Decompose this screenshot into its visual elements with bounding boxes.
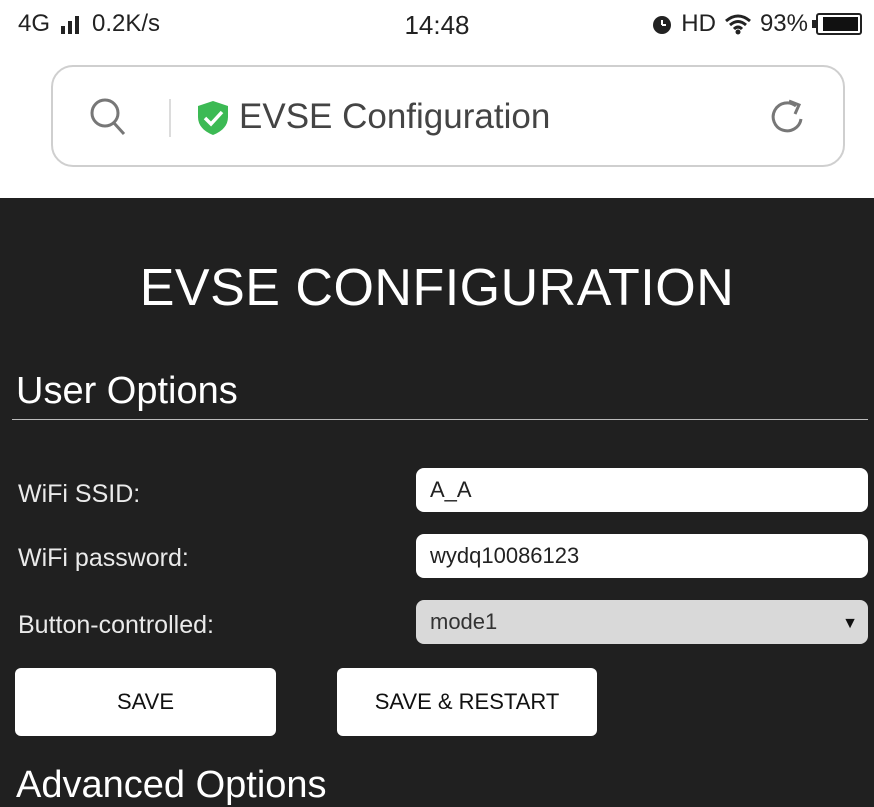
address-bar[interactable]: EVSE Configuration [51, 65, 845, 167]
wifi-ssid-label: WiFi SSID: [18, 480, 141, 508]
wifi-ssid-input[interactable]: A_A [416, 468, 868, 512]
reload-icon[interactable] [769, 97, 807, 142]
battery-fill [822, 17, 858, 31]
save-restart-button[interactable]: SAVE & RESTART [337, 668, 597, 736]
status-right: HD 93% [651, 10, 862, 38]
alarm-icon [651, 13, 673, 35]
section-divider [12, 419, 868, 420]
save-button[interactable]: SAVE [15, 668, 276, 736]
battery-percent: 93% [759, 10, 808, 37]
page-content: EVSE CONFIGURATION User Options WiFi SSI… [0, 198, 874, 807]
page-title: EVSE CONFIGURATION [139, 259, 735, 317]
wifi-icon [724, 13, 752, 35]
advanced-options-heading: Advanced Options [16, 764, 327, 806]
button-controlled-label: Button-controlled: [18, 611, 214, 639]
wifi-password-input[interactable]: wydq10086123 [416, 534, 868, 578]
wifi-password-label: WiFi password: [18, 544, 189, 572]
secure-shield-icon [196, 100, 230, 141]
button-controlled-select[interactable]: mode1 ▼ [416, 600, 868, 644]
button-controlled-value: mode1 [430, 609, 498, 634]
status-bar: 4G 0.2K/s 14:48 HD 93% [0, 0, 874, 50]
address-text[interactable]: EVSE Configuration [239, 97, 550, 137]
search-icon[interactable] [89, 97, 127, 142]
address-divider [169, 99, 171, 137]
wifi-ssid-value: A_A [430, 477, 472, 502]
battery-icon [812, 13, 862, 35]
dropdown-arrow-icon: ▼ [842, 615, 858, 632]
hd-indicator: HD [681, 10, 716, 37]
wifi-password-value: wydq10086123 [430, 543, 580, 568]
user-options-heading: User Options [16, 370, 238, 412]
